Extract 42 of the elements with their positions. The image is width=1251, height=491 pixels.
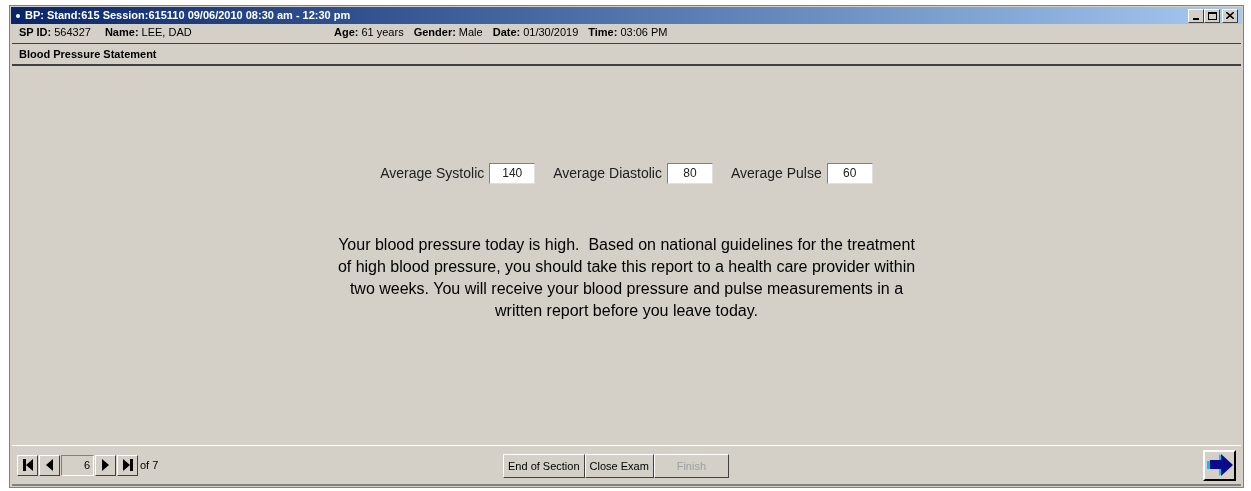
first-page-button[interactable] — [17, 454, 38, 476]
statement-text: Your blood pressure today is high. Based on national guidelines for the treatment of high blood pressure, you should take this report to a health care provider within two weeks. You will receive your blood pressure and pulse measurements in a written report before you leave today. — [336, 235, 917, 321]
field-label: Age: — [334, 24, 359, 40]
maximize-button[interactable] — [1204, 8, 1220, 23]
section-title: Blood Pressure Statement — [19, 47, 157, 61]
last-page-icon — [122, 459, 133, 471]
minimize-icon — [1193, 17, 1199, 20]
close-icon — [1226, 12, 1234, 19]
arrow-icon — [1206, 453, 1233, 477]
next-page-button[interactable] — [95, 454, 116, 476]
next-button[interactable] — [1203, 449, 1236, 481]
field-value: 03:06 PM — [620, 24, 668, 40]
first-page-icon — [22, 459, 33, 471]
field-label: Average Diastolic — [553, 164, 662, 183]
maximize-icon — [1207, 11, 1217, 20]
app-icon — [15, 12, 21, 19]
next-page-icon — [102, 459, 109, 471]
field-value: LEE, DAD — [141, 24, 192, 40]
field-label: Time: — [588, 24, 618, 40]
field-label: Average Systolic — [380, 164, 485, 183]
field-value: 61 years — [361, 24, 404, 40]
action-button[interactable]: Close Exam — [584, 454, 654, 478]
window-title: BP: Stand:615 Session:615110 09/06/2010 08:30 am - 12:30 pm — [25, 8, 351, 24]
page-number-field[interactable]: 6 — [61, 454, 94, 476]
previous-page-button[interactable] — [39, 454, 60, 476]
close-button[interactable] — [1222, 8, 1238, 23]
value-field[interactable]: 80 — [666, 163, 713, 184]
last-page-button[interactable] — [117, 454, 138, 476]
field-label: Date: — [492, 24, 521, 40]
action-button[interactable]: End of Section — [503, 454, 585, 478]
field-label: Name: — [104, 24, 139, 40]
field-value: 564327 — [54, 24, 91, 40]
field-label: SP ID: — [19, 24, 52, 40]
field-value: Male — [458, 24, 483, 40]
minimize-button[interactable] — [1188, 8, 1204, 23]
previous-page-icon — [46, 459, 53, 471]
field-value: 01/30/2019 — [523, 24, 579, 40]
field-label: Average Pulse — [730, 164, 822, 183]
field-label: Gender: — [413, 24, 456, 40]
value-field[interactable]: 60 — [826, 163, 873, 184]
page-count: of 7 — [140, 457, 159, 473]
value-field[interactable]: 140 — [489, 163, 536, 184]
